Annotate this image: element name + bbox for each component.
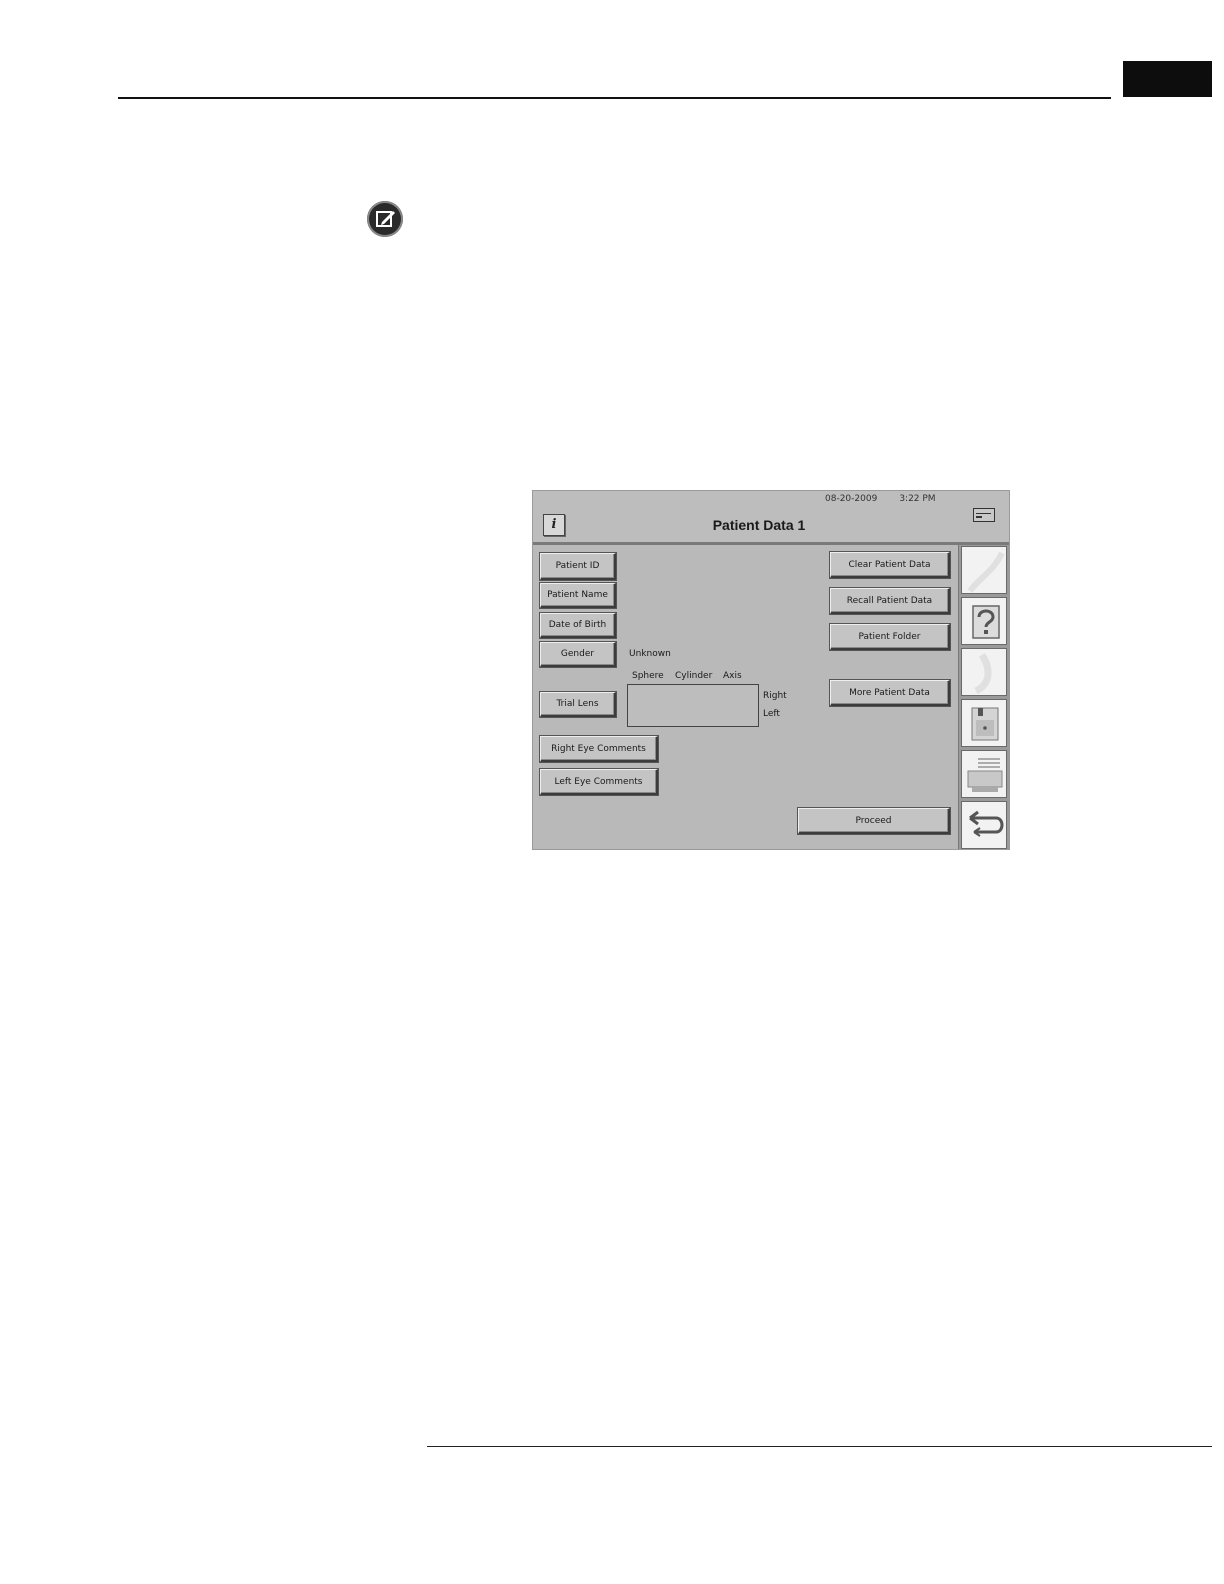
header-rule <box>118 97 1111 99</box>
clear-patient-data-button[interactable]: Clear Patient Data <box>830 552 950 578</box>
right-eye-comments-button[interactable]: Right Eye Comments <box>540 736 658 762</box>
patient-data-screen: 08-20-2009 3:22 PM i Patient Data 1 Patie… <box>532 490 1010 850</box>
blank-tool-button-2[interactable] <box>961 648 1007 696</box>
note-edit-icon <box>367 201 403 237</box>
proceed-button[interactable]: Proceed <box>798 808 950 834</box>
save-button[interactable] <box>961 699 1007 747</box>
patient-id-button[interactable]: Patient ID <box>540 553 616 580</box>
side-toolbar <box>958 545 1009 849</box>
left-eye-comments-button[interactable]: Left Eye Comments <box>540 769 658 795</box>
datetime: 08-20-2009 3:22 PM <box>825 494 936 504</box>
return-arrow-icon <box>969 810 1004 837</box>
blank-icon <box>967 551 1005 593</box>
more-patient-data-button[interactable]: More Patient Data <box>830 680 950 706</box>
screen-title: Patient Data 1 <box>712 517 806 533</box>
chapter-tab <box>1123 61 1212 97</box>
date-text: 08-20-2009 <box>825 494 878 504</box>
axis-column-header: Axis <box>723 671 742 681</box>
help-button[interactable] <box>961 597 1007 645</box>
return-button[interactable] <box>961 801 1007 849</box>
patient-name-button[interactable]: Patient Name <box>540 583 616 608</box>
footer-rule <box>427 1446 1212 1447</box>
help-icon <box>972 605 1000 639</box>
recall-patient-data-button[interactable]: Recall Patient Data <box>830 588 950 614</box>
date-of-birth-button[interactable]: Date of Birth <box>540 613 616 638</box>
print-button[interactable] <box>961 750 1007 798</box>
time-text: 3:22 PM <box>899 494 936 504</box>
printer-icon <box>967 758 1003 792</box>
screen-header: 08-20-2009 3:22 PM i Patient Data 1 <box>533 491 1009 545</box>
trial-lens-values-box <box>627 684 759 727</box>
sphere-column-header: Sphere <box>632 671 664 681</box>
card-reader-icon <box>973 508 995 522</box>
cylinder-column-header: Cylinder <box>675 671 713 681</box>
right-row-label: Right <box>763 691 787 701</box>
left-row-label: Left <box>763 709 780 719</box>
gender-button[interactable]: Gender <box>540 642 616 667</box>
blank-tool-button-1[interactable] <box>961 546 1007 594</box>
trial-lens-button[interactable]: Trial Lens <box>540 692 616 717</box>
blank-icon <box>974 653 992 695</box>
gender-value: Unknown <box>629 649 671 659</box>
floppy-disk-icon <box>971 707 999 741</box>
patient-folder-button[interactable]: Patient Folder <box>830 624 950 650</box>
